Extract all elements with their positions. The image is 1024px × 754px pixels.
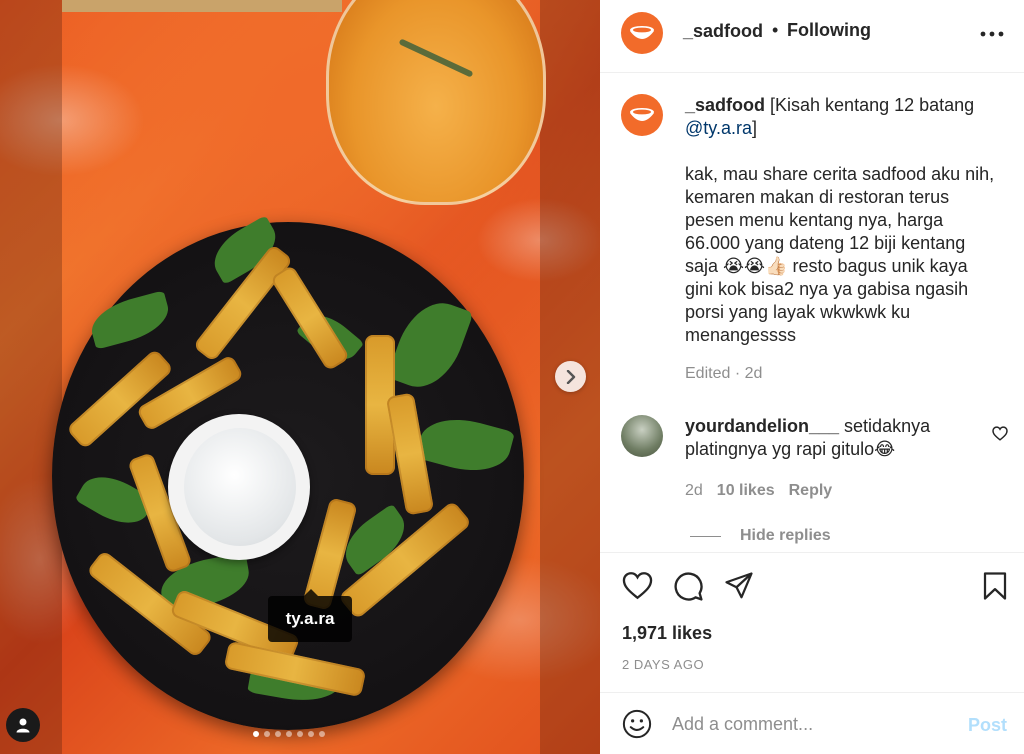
tray-edge [62, 0, 342, 12]
carousel-dot [319, 731, 325, 737]
comments-section[interactable]: _sadfood [Kisah kentang 12 batang @ty.a.… [600, 74, 1024, 552]
comment-age: 2d [685, 482, 703, 499]
caption-username[interactable]: _sadfood [685, 95, 765, 115]
caption-title: _sadfood [Kisah kentang 12 batang @ty.a.… [685, 94, 995, 140]
more-options-button[interactable] [980, 24, 1004, 42]
comment-text: yourdandelion___ setidaknya platingnya y… [685, 415, 975, 461]
user-icon [16, 718, 30, 733]
add-comment-bar: Post [600, 692, 1024, 754]
chevron-right-icon [566, 369, 575, 384]
caption-title-prefix: [Kisah kentang 12 batang [765, 95, 975, 115]
more-horizontal-icon [980, 31, 1004, 37]
drink-glass [326, 0, 546, 205]
share-button[interactable] [724, 571, 754, 606]
carousel-dot [297, 731, 303, 737]
heart-icon [622, 572, 653, 600]
avatar[interactable] [621, 12, 663, 54]
caption-avatar[interactable] [621, 94, 663, 136]
bookmark-icon [983, 572, 1007, 600]
likes-count[interactable]: 1,971 likes [622, 623, 712, 644]
paper-plane-icon [725, 572, 753, 599]
reply-button[interactable]: Reply [789, 482, 833, 500]
comment-like-button[interactable] [992, 426, 1008, 446]
photo-edge-left [0, 0, 62, 754]
bowl-logo-icon [630, 26, 654, 39]
post-comment-button[interactable]: Post [968, 715, 1007, 736]
heart-icon [992, 426, 1008, 441]
post-details-panel: _sadfood • Following _sadfood [Kisah ken… [600, 0, 1024, 754]
comment-likes[interactable]: 10 likes [717, 482, 775, 500]
comment-input[interactable] [672, 710, 952, 738]
post-actions: 1,971 likes 2 DAYS AGO [600, 552, 1024, 692]
emoji-button[interactable] [622, 709, 652, 744]
save-button[interactable] [982, 571, 1008, 606]
carousel-dot [264, 731, 270, 737]
comment-avatar[interactable] [621, 415, 663, 457]
following-button[interactable]: Following [787, 20, 871, 41]
caption-title-suffix: ] [751, 118, 757, 138]
smiley-icon [622, 709, 652, 739]
carousel-dot [286, 731, 292, 737]
caption-mention[interactable]: @ty.a.ra [685, 118, 752, 138]
like-button[interactable] [622, 571, 653, 605]
dip-sauce [184, 428, 296, 546]
hide-replies-label: Hide replies [740, 527, 831, 544]
post-date: 2 DAYS AGO [622, 657, 705, 672]
post-header: _sadfood • Following [600, 0, 1024, 73]
caption-body: kak, mau share cerita sadfood aku nih, k… [685, 164, 995, 345]
comment-username[interactable]: yourdandelion___ [685, 416, 839, 436]
carousel-next-button[interactable] [555, 361, 586, 392]
comment-button[interactable] [673, 571, 704, 607]
user-tags-button[interactable] [6, 708, 40, 742]
carousel-dot [253, 731, 259, 737]
comment-icon [674, 572, 703, 601]
carousel-indicator [253, 731, 325, 737]
bowl-logo-icon [630, 108, 654, 121]
replies-divider [690, 535, 721, 537]
post-photo[interactable]: ty.a.ra [0, 0, 600, 754]
carousel-dot [308, 731, 314, 737]
header-username[interactable]: _sadfood [683, 21, 763, 42]
caption-meta: Edited · 2d [685, 365, 763, 382]
comment-meta: 2d 10 likes Reply [685, 482, 832, 500]
hide-replies-button[interactable]: Hide replies [690, 527, 831, 545]
header-separator: • [772, 20, 779, 40]
photo-user-tag[interactable]: ty.a.ra [268, 589, 352, 642]
carousel-dot [275, 731, 281, 737]
